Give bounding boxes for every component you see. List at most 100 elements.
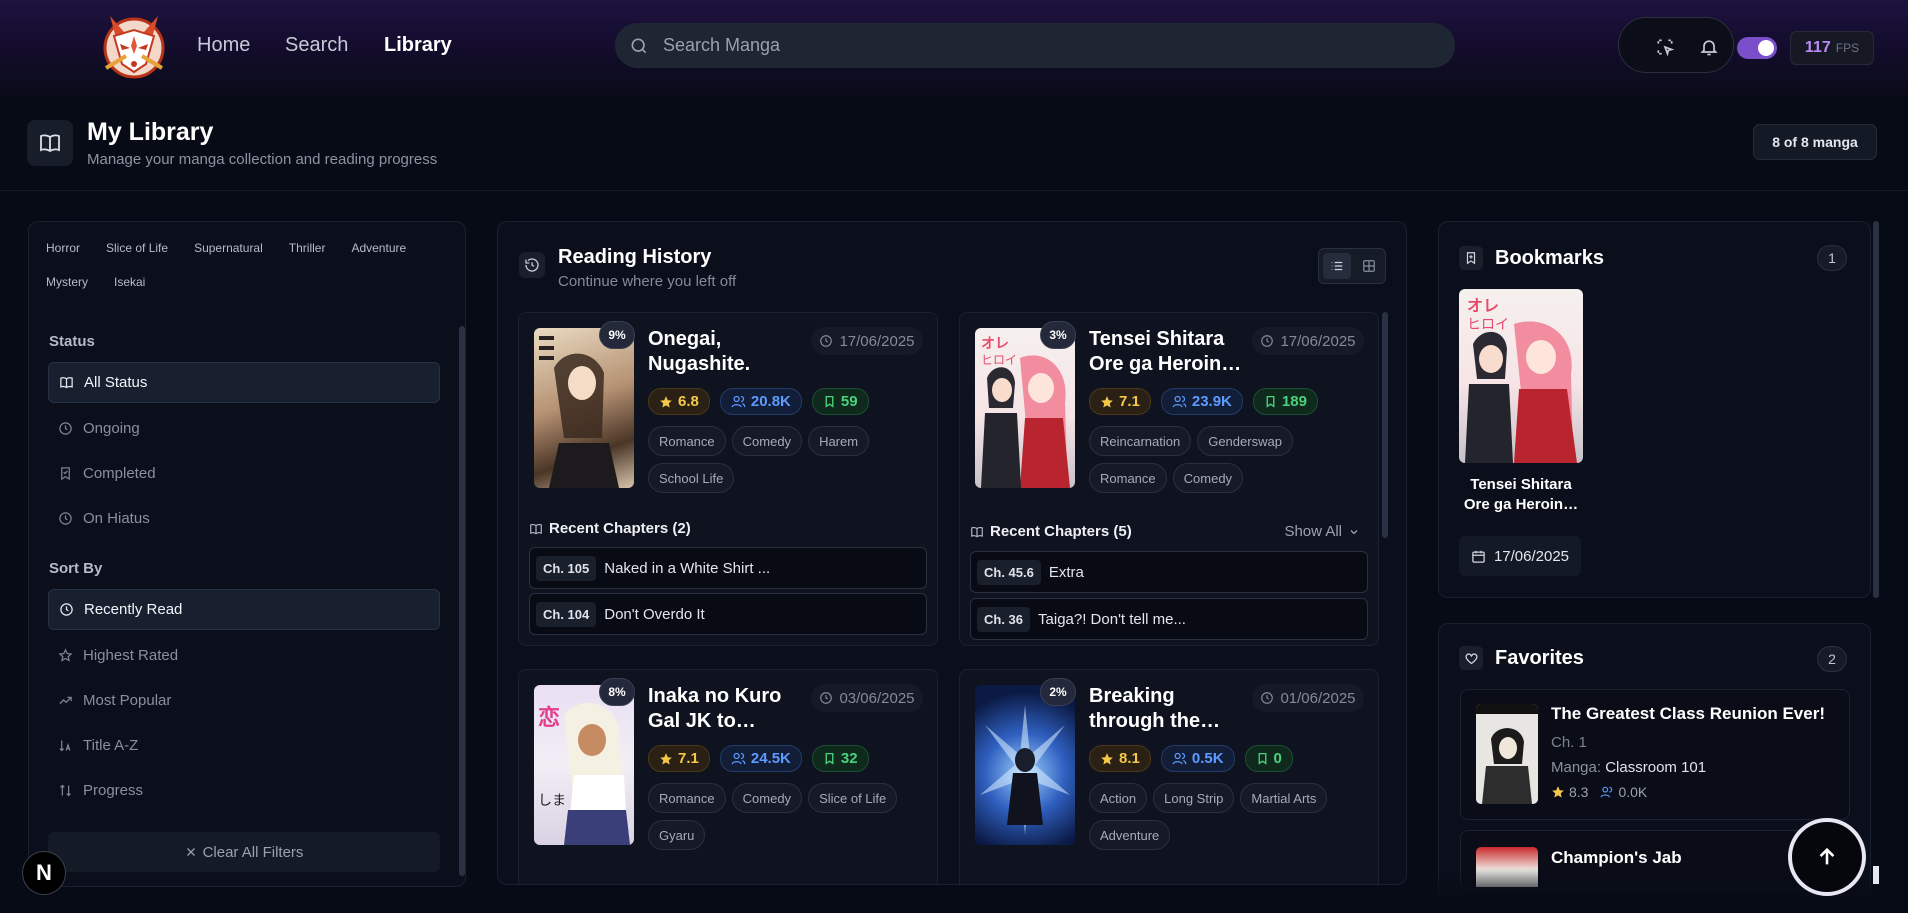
clock-icon [1261, 335, 1274, 347]
users-icon [1601, 786, 1613, 798]
genre-tags: Reincarnation Genderswap Romance Comedy [1089, 426, 1369, 493]
right-scrollbar[interactable] [1873, 221, 1879, 598]
next-devtools-button[interactable]: N [22, 851, 66, 895]
users-icon [731, 395, 746, 408]
sort-title-a-z[interactable]: Title A-Z [48, 725, 440, 766]
history-card[interactable]: オレ ヒロイ 3% Tensei Shitara Ore ga Heroin… 1… [959, 312, 1379, 646]
screen-select-icon[interactable] [1655, 37, 1675, 57]
sort-arrows-icon [58, 783, 73, 798]
chapter-row[interactable]: Ch. 104 Don't Overdo It [529, 593, 927, 635]
bookmark-icon [1266, 395, 1275, 408]
close-icon [185, 846, 197, 858]
manga-title[interactable]: Inaka no Kuro Gal JK to… [648, 684, 808, 734]
search-input[interactable] [663, 35, 1423, 56]
chapter-row[interactable]: Ch. 45.6 Extra [970, 551, 1368, 593]
manga-cover-image[interactable] [534, 328, 634, 488]
progress-badge: 8% [599, 678, 635, 706]
fox-mask-logo-icon[interactable] [96, 6, 172, 82]
status-ongoing[interactable]: Ongoing [48, 408, 440, 449]
views-badge: 23.9K [1160, 388, 1243, 415]
genre-tag[interactable]: Action [1089, 783, 1148, 813]
reading-history-panel: Reading History Continue where you left … [497, 221, 1407, 885]
history-card[interactable]: 9% Onegai, Nugashite. 17/06/2025 6.8 20.… [518, 312, 938, 646]
bookmark-cover-image[interactable]: オレ ヒロイ [1459, 289, 1583, 463]
genre-tag[interactable]: Reincarnation [1089, 426, 1192, 456]
search-bar[interactable] [615, 23, 1455, 68]
grid-view-icon[interactable] [1355, 253, 1383, 279]
sort-most-popular[interactable]: Most Popular [48, 680, 440, 721]
manga-cover-image[interactable]: オレ ヒロイ [975, 328, 1075, 488]
history-card[interactable]: 恋しま 8% Inaka no Kuro Gal JK to… 03/06/20… [518, 669, 938, 884]
manga-label: Manga: [1551, 759, 1602, 776]
clear-filters-button[interactable]: Clear All Filters [48, 832, 440, 872]
list-view-icon[interactable] [1323, 253, 1351, 279]
nav-search-link[interactable]: Search [285, 34, 348, 57]
status-on-hiatus[interactable]: On Hiatus [48, 498, 440, 539]
last-read-date: 17/06/2025 [811, 327, 923, 355]
genre-tag[interactable]: Harem [808, 426, 870, 456]
theme-toggle-switch[interactable] [1737, 37, 1777, 59]
genre-tag[interactable]: Romance [648, 426, 726, 456]
manga-title[interactable]: Tensei Shitara Ore ga Heroin… [1089, 327, 1249, 377]
genre-chip[interactable]: Adventure [343, 238, 414, 258]
bookmark-date-text: 17/06/2025 [1493, 547, 1570, 565]
genre-tag[interactable]: School Life [648, 463, 735, 493]
history-card[interactable]: 2% Breaking through the… 01/06/2025 8.1 … [959, 669, 1379, 884]
favorite-cover-image[interactable] [1476, 704, 1538, 804]
favorites-scrollbar[interactable] [1873, 866, 1879, 884]
genre-tag[interactable]: Adventure [1089, 820, 1171, 850]
genre-tag[interactable]: Gyaru [648, 820, 706, 850]
nav-home-link[interactable]: Home [197, 34, 250, 57]
status-all[interactable]: All Status [48, 362, 440, 403]
genre-tag[interactable]: Long Strip [1153, 783, 1235, 813]
fps-label: FPS [1835, 41, 1860, 55]
scroll-to-top-button[interactable] [1788, 818, 1866, 896]
genre-tag[interactable]: Martial Arts [1240, 783, 1328, 813]
genre-chip[interactable]: Supernatural [186, 238, 271, 258]
filter-scrollbar[interactable] [459, 326, 465, 876]
genre-tag[interactable]: Slice of Life [808, 783, 898, 813]
genre-chip[interactable]: Mystery [38, 272, 96, 292]
genre-chip[interactable]: Isekai [106, 272, 153, 292]
star-icon [58, 648, 73, 663]
bookmark-title[interactable]: Tensei Shitara Ore ga Heroin… [1459, 475, 1583, 515]
chapter-row[interactable]: Ch. 36 Taiga?! Don't tell me... [970, 598, 1368, 640]
manga-cover-image[interactable] [975, 685, 1075, 845]
status-completed[interactable]: Completed [48, 453, 440, 494]
genre-tag[interactable]: Comedy [731, 783, 803, 813]
date-text: 03/06/2025 [839, 689, 915, 707]
chapter-row[interactable]: Ch. 105 Naked in a White Shirt ... [529, 547, 927, 589]
sort-heading: Sort By [49, 560, 103, 577]
history-scrollbar[interactable] [1382, 312, 1388, 538]
manga-title[interactable]: Breaking through the… [1089, 684, 1249, 734]
rating-value: 6.8 [678, 393, 699, 410]
genre-tag[interactable]: Romance [648, 783, 726, 813]
clock-icon [58, 421, 73, 436]
genre-chip[interactable]: Horror [38, 238, 88, 258]
manga-title[interactable]: Onegai, Nugashite. [648, 327, 808, 377]
genre-chip[interactable]: Thriller [281, 238, 334, 258]
favorite-item[interactable]: The Greatest Class Reunion Ever! Ch. 1 M… [1460, 689, 1850, 820]
sort-highest-rated[interactable]: Highest Rated [48, 635, 440, 676]
nav-library-link[interactable]: Library [384, 34, 452, 57]
sort-progress[interactable]: Progress [48, 770, 440, 811]
calendar-icon [1472, 550, 1485, 563]
date-text: 01/06/2025 [1280, 689, 1356, 707]
genre-chip[interactable]: Slice of Life [98, 238, 176, 258]
sort-label: Title A-Z [83, 737, 139, 754]
manga-count-badge: 8 of 8 manga [1753, 124, 1877, 160]
show-all-button[interactable]: Show All [1284, 523, 1360, 540]
sort-recently-read[interactable]: Recently Read [48, 589, 440, 630]
genre-tag[interactable]: Genderswap [1197, 426, 1293, 456]
favorite-title[interactable]: Champion's Jab [1551, 848, 1682, 868]
rating-badge: 7.1 [1089, 388, 1151, 415]
manga-cover-image[interactable]: 恋しま [534, 685, 634, 845]
status-label: All Status [84, 374, 148, 391]
status-label: On Hiatus [83, 510, 150, 527]
genre-tag[interactable]: Romance [1089, 463, 1167, 493]
favorite-title[interactable]: The Greatest Class Reunion Ever! [1551, 704, 1825, 724]
genre-tag[interactable]: Comedy [1172, 463, 1244, 493]
bell-icon[interactable] [1699, 37, 1719, 57]
genre-tag[interactable]: Comedy [731, 426, 803, 456]
arrow-up-icon [1819, 847, 1835, 865]
